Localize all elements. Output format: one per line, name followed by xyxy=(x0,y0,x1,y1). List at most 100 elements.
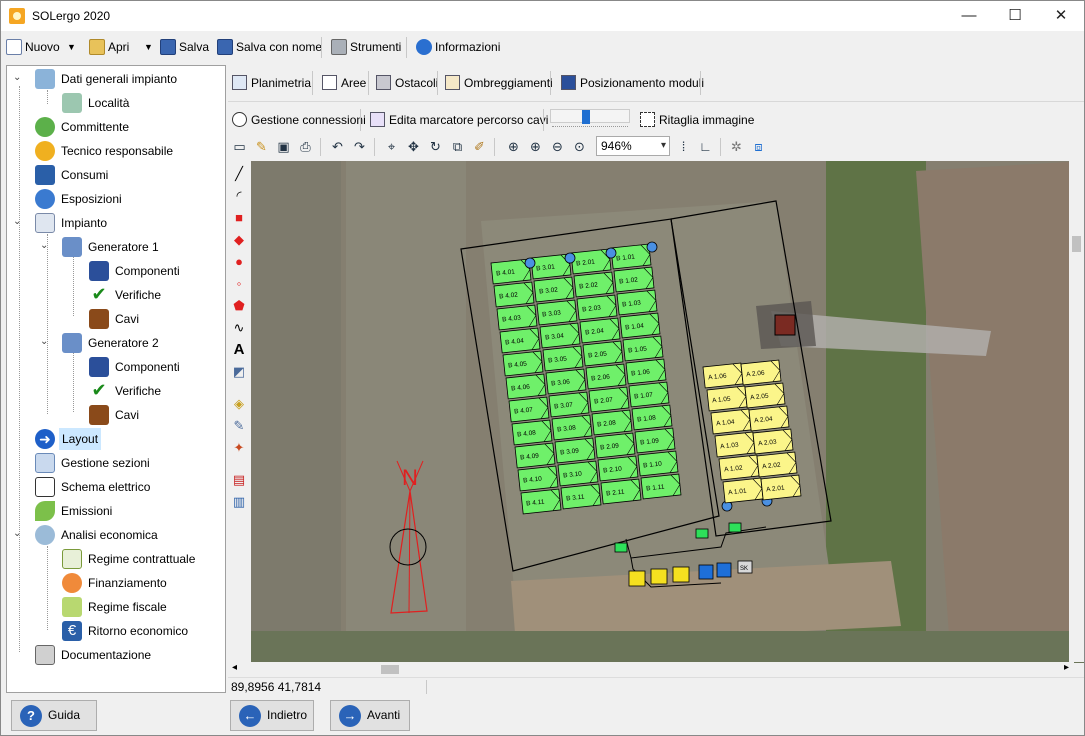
gen-b-module[interactable]: B 3.04 xyxy=(539,322,581,349)
minimize-button[interactable]: — xyxy=(946,1,992,31)
gen-b-module[interactable]: B 4.05 xyxy=(502,350,544,377)
export-icon[interactable]: ⧈ xyxy=(750,138,767,155)
meter-box[interactable] xyxy=(698,564,714,580)
print-icon[interactable]: ⎙ xyxy=(297,138,314,155)
redo-icon[interactable]: ↷ xyxy=(351,138,368,155)
junction-box[interactable] xyxy=(728,522,742,533)
gen-b-module[interactable]: B 3.05 xyxy=(542,345,584,372)
new-drawing-icon[interactable]: ▭ xyxy=(231,138,248,155)
gen-b-module[interactable]: B 4.10 xyxy=(517,465,559,492)
vertical-scrollbar[interactable] xyxy=(1069,161,1084,662)
zoom-window-icon[interactable]: ⊙ xyxy=(571,138,588,155)
gen-b-module[interactable]: B 4.03 xyxy=(496,304,538,331)
open-drawing-icon[interactable]: ✎ xyxy=(253,138,270,155)
gen-b-module[interactable]: B 1.05 xyxy=(622,335,664,362)
zoom-out-icon[interactable]: ⊖ xyxy=(549,138,566,155)
layers-tool-icon[interactable]: ◈ xyxy=(231,396,247,412)
inverter-box[interactable] xyxy=(650,568,668,585)
gen-a-module[interactable]: A 2.05 xyxy=(744,382,786,409)
close-button[interactable]: ✕ xyxy=(1038,1,1084,31)
edita-marcatore-button[interactable]: Edita marcatore percorso cavi xyxy=(370,107,548,133)
gen-b-module[interactable]: B 3.10 xyxy=(557,460,599,487)
back-button[interactable]: ← Indietro xyxy=(230,700,314,731)
gen-b-module[interactable]: B 3.09 xyxy=(554,437,596,464)
circle-tool-icon[interactable]: ● xyxy=(231,254,247,270)
measure-icon[interactable]: ✐ xyxy=(471,138,488,155)
gen-a-module[interactable]: A 2.03 xyxy=(752,428,794,455)
gen-b-module[interactable]: B 4.02 xyxy=(493,281,535,308)
settings-icon[interactable]: ✲ xyxy=(728,138,745,155)
gen-b-module[interactable]: B 1.10 xyxy=(637,450,679,477)
gen-a-module[interactable]: A 1.04 xyxy=(710,408,752,435)
arc-tool-icon[interactable]: ◜ xyxy=(231,188,247,204)
gen-b-module[interactable]: B 2.02 xyxy=(573,271,615,298)
tab-planimetria[interactable]: Planimetria xyxy=(232,69,311,97)
new-dropdown-arrow[interactable]: ▼ xyxy=(67,36,76,58)
info-button[interactable]: Informazioni xyxy=(416,36,500,58)
open-button[interactable]: Apri xyxy=(89,36,129,58)
gen-b-module[interactable]: B 2.04 xyxy=(579,317,621,344)
frame-tool-icon[interactable]: ▤ xyxy=(231,472,247,488)
ortho-snap-icon[interactable]: ∟ xyxy=(697,138,714,155)
notes-tool-icon[interactable]: ▥ xyxy=(231,494,247,510)
gen-b-module[interactable]: B 2.08 xyxy=(591,409,633,436)
next-button[interactable]: → Avanti xyxy=(330,700,410,731)
text-tool-icon[interactable]: A xyxy=(231,342,247,358)
gen-a-module[interactable]: A 1.02 xyxy=(718,454,760,481)
gen-a-module[interactable]: A 2.01 xyxy=(760,474,802,501)
image-opacity-slider[interactable] xyxy=(550,109,630,131)
gen-a-module[interactable]: A 1.01 xyxy=(722,477,764,504)
gen-b-module[interactable]: B 3.02 xyxy=(533,276,575,303)
gen-a-module[interactable]: A 1.03 xyxy=(714,431,756,458)
gen-a-module[interactable]: A 2.06 xyxy=(740,359,782,386)
inverter-box[interactable] xyxy=(628,570,646,587)
diamond-tool-icon[interactable]: ◆ xyxy=(231,232,247,248)
scrollbar-thumb[interactable] xyxy=(1072,236,1081,252)
save-button[interactable]: Salva xyxy=(160,36,209,58)
collapse-icon[interactable]: ⌄ xyxy=(40,240,48,251)
magic-wand-icon[interactable]: ✦ xyxy=(231,440,247,456)
gen-b-module[interactable]: B 3.07 xyxy=(548,391,590,418)
collapse-icon[interactable]: ⌄ xyxy=(13,72,21,83)
gen-b-module[interactable]: B 3.06 xyxy=(545,368,587,395)
gen-b-module[interactable]: B 4.09 xyxy=(514,442,556,469)
gen-b-module[interactable]: B 3.03 xyxy=(536,299,578,326)
gen-b-module[interactable]: B 2.11 xyxy=(600,478,642,505)
gen-b-module[interactable]: B 1.04 xyxy=(619,312,661,339)
gen-b-module[interactable]: B 2.07 xyxy=(588,386,630,413)
gen-a-module[interactable]: A 1.06 xyxy=(702,362,744,389)
gen-b-module[interactable]: B 3.08 xyxy=(551,414,593,441)
gen-a-module[interactable]: A 2.04 xyxy=(748,405,790,432)
gen-a-module[interactable]: A 2.02 xyxy=(756,451,798,478)
edit-properties-icon[interactable]: ✎ xyxy=(231,418,247,434)
scroll-right-icon[interactable]: ▸ xyxy=(1064,662,1069,673)
dimension-tool-icon[interactable]: ◩ xyxy=(231,364,247,380)
gen-b-module[interactable]: B 1.11 xyxy=(640,473,682,500)
gen-b-module[interactable]: B 1.03 xyxy=(616,289,658,316)
layout-canvas[interactable]: B 4.01 B 4.02 B 4.03 B 4.04 B 4.05 B 4.06 B 4.… xyxy=(251,161,1084,663)
grid-dots-icon[interactable]: ⁞ xyxy=(675,138,692,155)
inverter-box[interactable] xyxy=(672,566,690,583)
undo-icon[interactable]: ↶ xyxy=(329,138,346,155)
scrollbar-thumb[interactable] xyxy=(381,665,399,674)
string-connector[interactable] xyxy=(646,241,658,253)
horizontal-scrollbar[interactable]: ◂ ▸ xyxy=(228,662,1074,677)
maximize-button[interactable]: ☐ xyxy=(992,1,1038,31)
ritaglia-immagine-button[interactable]: Ritaglia immagine xyxy=(640,107,754,133)
tools-button[interactable]: Strumenti xyxy=(331,36,401,58)
string-connector[interactable] xyxy=(564,252,576,264)
gen-b-module[interactable]: B 2.01 xyxy=(570,248,612,275)
curve-tool-icon[interactable]: ∿ xyxy=(231,320,247,336)
junction-box[interactable] xyxy=(695,528,709,539)
gen-b-module[interactable]: B 1.07 xyxy=(628,381,670,408)
gen-b-module[interactable]: B 4.07 xyxy=(508,396,550,423)
gen-b-module[interactable]: B 2.10 xyxy=(597,455,639,482)
gestione-connessioni-button[interactable]: Gestione connessioni xyxy=(232,107,366,133)
gen-b-module[interactable]: B 4.08 xyxy=(511,419,553,446)
gen-a-module[interactable]: A 1.05 xyxy=(706,385,748,412)
junction-box[interactable] xyxy=(614,542,628,553)
gen-b-module[interactable]: B 2.09 xyxy=(594,432,636,459)
line-tool-icon[interactable]: ╱ xyxy=(231,166,247,182)
string-connector[interactable] xyxy=(524,257,536,269)
tab-posizionamento-moduli[interactable]: Posizionamento moduli xyxy=(561,69,704,97)
